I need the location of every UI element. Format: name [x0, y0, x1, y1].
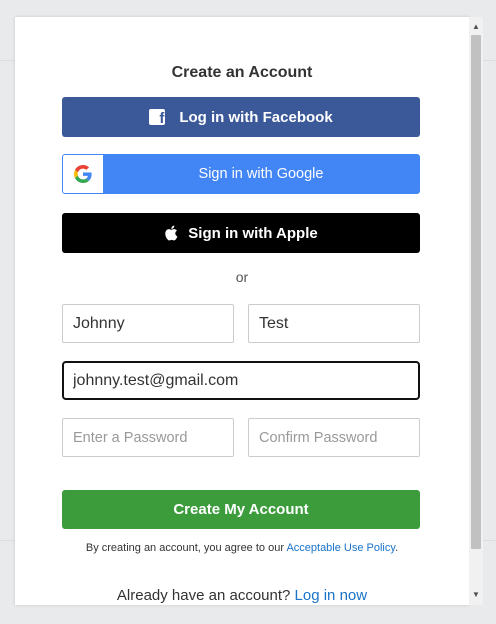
last-name-field[interactable] [248, 304, 420, 343]
create-account-button[interactable]: Create My Account [62, 490, 420, 529]
scroll-down-icon[interactable]: ▼ [469, 587, 483, 601]
facebook-login-label: Log in with Facebook [179, 108, 333, 126]
apple-icon [164, 225, 178, 241]
already-have-account-text: Already have an account? [116, 587, 291, 604]
google-signin-label: Sign in with Google [198, 166, 324, 182]
scroll-up-icon[interactable]: ▲ [469, 19, 483, 33]
acceptable-use-policy-link[interactable]: Acceptable Use Policy [286, 542, 395, 554]
first-name-field[interactable] [62, 304, 234, 343]
email-field[interactable] [62, 361, 420, 400]
facebook-icon: f [149, 109, 166, 127]
modal-title: Create an Account [171, 64, 313, 81]
apple-signin-button[interactable]: Sign in with Apple [62, 213, 420, 253]
facebook-login-button[interactable]: f Log in with Facebook [62, 97, 420, 137]
google-signin-button[interactable]: Sign in with Google [62, 154, 420, 194]
create-account-modal: Create an Account f Log in with Facebook… [15, 17, 469, 605]
modal-scrollbar[interactable]: ▲ ▼ [469, 17, 483, 605]
or-divider: or [235, 269, 249, 285]
confirm-password-field[interactable] [248, 418, 420, 457]
login-now-link[interactable]: Log in now [295, 587, 368, 604]
terms-notice: By creating an account, you agree to our… [15, 542, 469, 554]
google-icon [63, 155, 103, 193]
password-field[interactable] [62, 418, 234, 457]
scrollbar-thumb[interactable] [471, 35, 481, 549]
create-account-label: Create My Account [173, 501, 309, 518]
terms-period: . [395, 542, 399, 554]
apple-signin-label: Sign in with Apple [188, 224, 318, 242]
terms-text: By creating an account, you agree to our [85, 542, 287, 554]
login-prompt: Already have an account? Log in now [15, 587, 469, 604]
